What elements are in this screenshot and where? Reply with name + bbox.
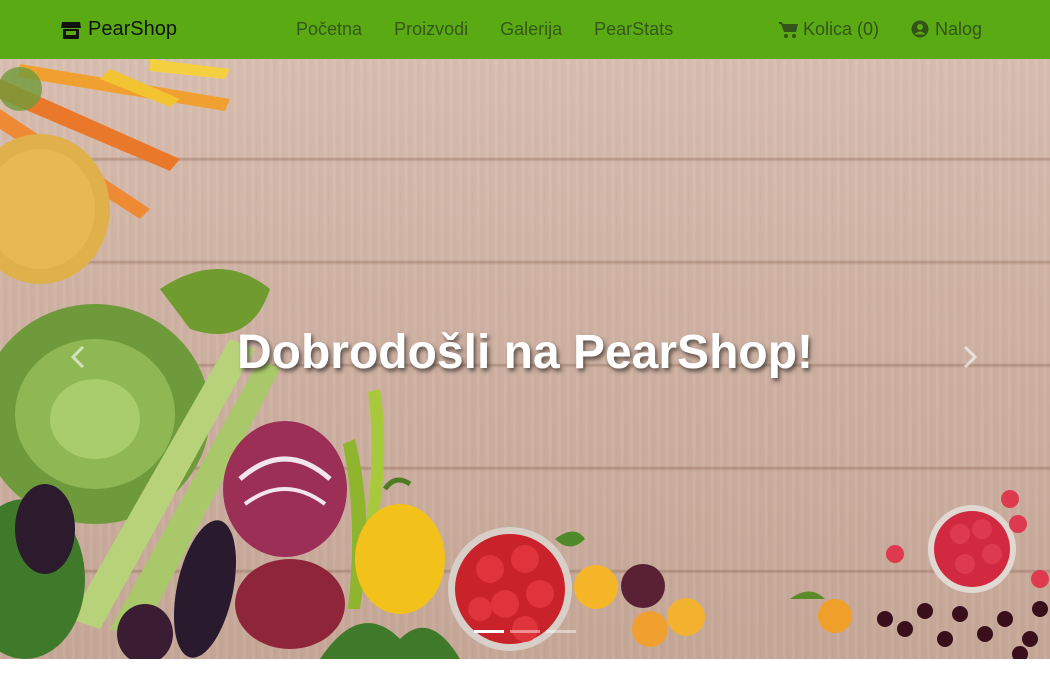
- cart-icon: [778, 20, 799, 40]
- nav-link-pearstats[interactable]: PearStats: [578, 19, 689, 40]
- chevron-right-icon: [963, 343, 978, 375]
- account-link[interactable]: Nalog: [911, 19, 982, 40]
- nav-link-proizvodi[interactable]: Proizvodi: [378, 19, 484, 40]
- main-nav: Početna Proizvodi Galerija PearStats: [280, 0, 689, 59]
- carousel-prev-button[interactable]: [58, 329, 98, 389]
- chevron-left-icon: [70, 343, 85, 375]
- brand-name: PearShop: [88, 18, 177, 40]
- hero-caption: Dobrodošli na PearShop!: [236, 326, 814, 379]
- nav-right: Kolica (0) Nalog: [778, 0, 982, 59]
- user-circle-icon: [911, 20, 931, 40]
- carousel-indicator-1[interactable]: [474, 630, 504, 633]
- carousel-indicator-3[interactable]: [546, 630, 576, 633]
- store-icon: [60, 19, 82, 41]
- carousel-next-button[interactable]: [950, 329, 990, 389]
- account-label: Nalog: [934, 19, 982, 39]
- brand-link[interactable]: PearShop: [60, 0, 177, 59]
- cart-link[interactable]: Kolica (0): [778, 19, 879, 40]
- carousel-indicators: [0, 630, 1050, 633]
- nav-link-galerija[interactable]: Galerija: [484, 19, 578, 40]
- nav-link-pocetna[interactable]: Početna: [280, 19, 378, 40]
- carousel-indicator-2[interactable]: [510, 630, 540, 633]
- hero-carousel: Dobrodošli na PearShop!: [0, 59, 1050, 659]
- cart-label: Kolica (0): [802, 19, 879, 39]
- navbar: PearShop Početna Proizvodi Galerija Pear…: [0, 0, 1050, 59]
